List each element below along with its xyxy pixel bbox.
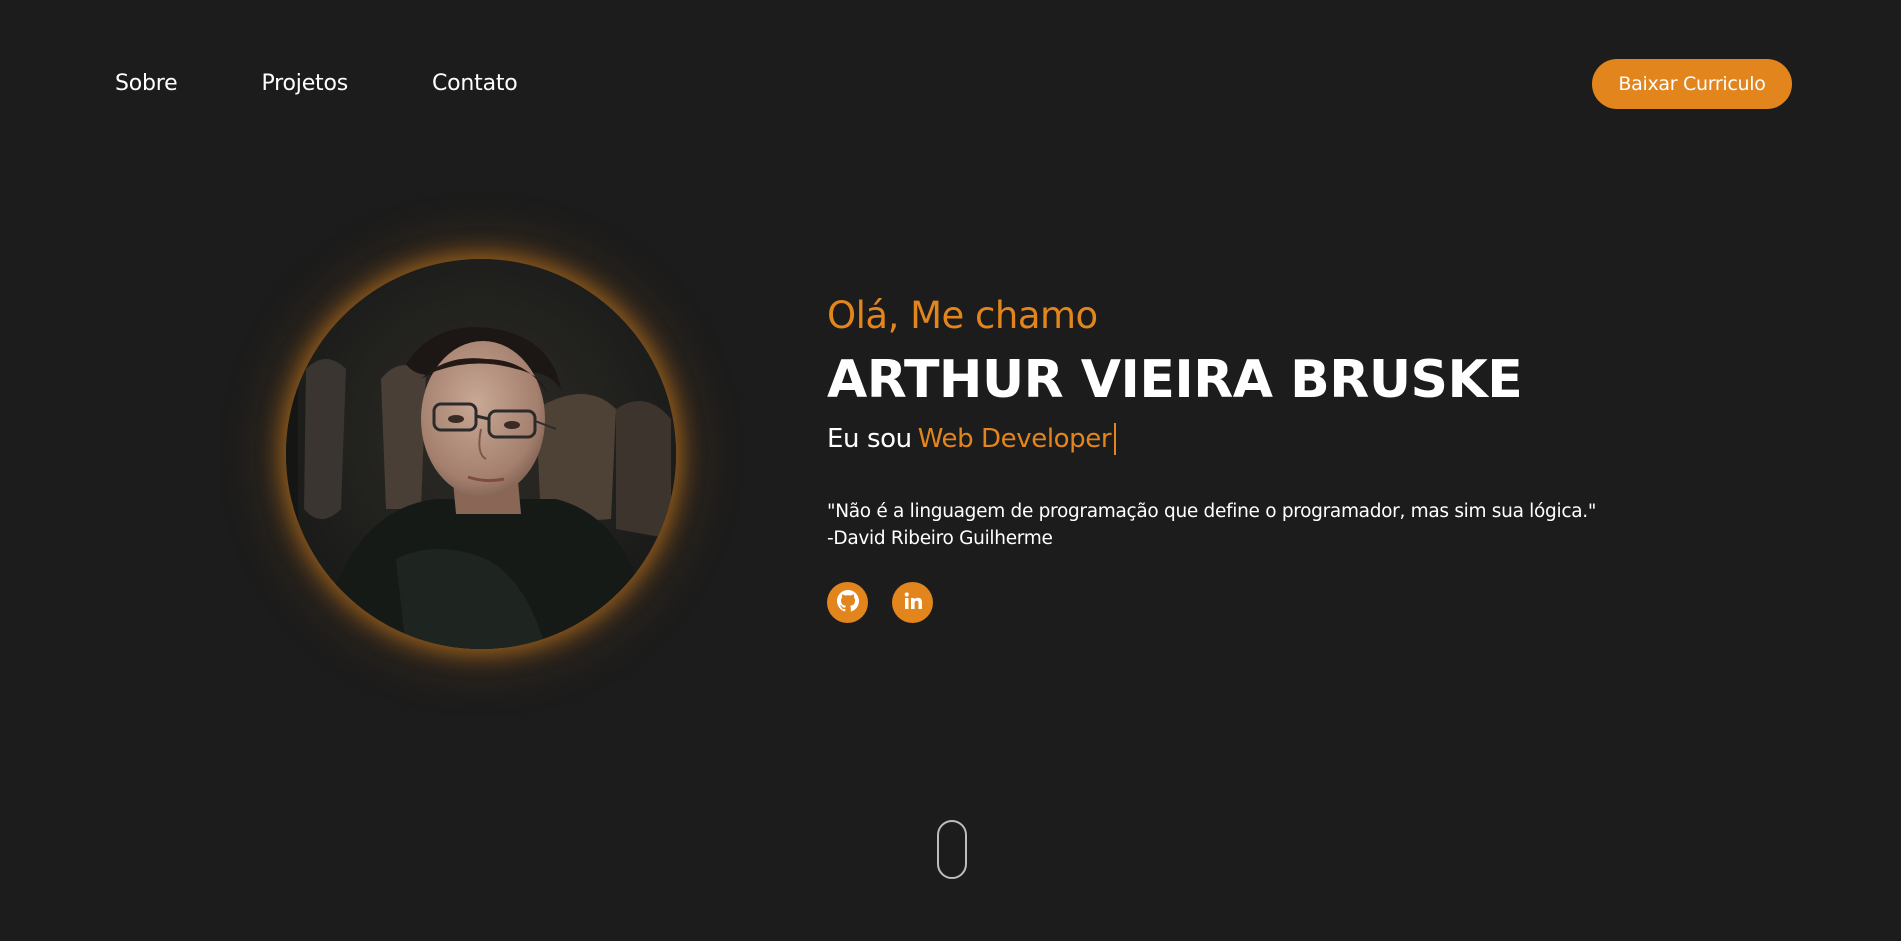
scroll-down-indicator[interactable] xyxy=(937,820,967,879)
role-prefix: Eu sou xyxy=(827,424,912,454)
nav-link-projetos[interactable]: Projetos xyxy=(262,68,349,100)
greeting-text: Olá, Me chamo xyxy=(827,294,1098,337)
quote-author: -David Ribeiro Guilherme xyxy=(827,528,1053,549)
linkedin-icon xyxy=(903,591,923,615)
nav-link-contato[interactable]: Contato xyxy=(432,68,518,100)
github-icon xyxy=(836,589,859,616)
social-links xyxy=(827,582,933,623)
nav-link-sobre[interactable]: Sobre xyxy=(115,68,178,100)
page: Sobre Projetos Contato Baixar Curriculo xyxy=(0,0,1901,941)
hero-intro: Olá, Me chamo ARTHUR VIEIRA BRUSKE Eu so… xyxy=(827,290,1807,623)
profile-photo xyxy=(286,259,676,649)
role-line: Eu sou Web Developer xyxy=(827,418,1807,460)
github-link[interactable] xyxy=(827,582,868,623)
quote-text: "Não é a linguagem de programação que de… xyxy=(827,501,1597,522)
person-name: ARTHUR VIEIRA BRUSKE xyxy=(827,350,1523,410)
download-cv-button[interactable]: Baixar Curriculo xyxy=(1592,59,1792,109)
linkedin-link[interactable] xyxy=(892,582,933,623)
main-nav: Sobre Projetos Contato xyxy=(115,68,518,100)
role-value: Web Developer xyxy=(917,424,1112,454)
typing-cursor xyxy=(1114,423,1117,455)
quote-block: "Não é a linguagem de programação que de… xyxy=(827,498,1807,552)
